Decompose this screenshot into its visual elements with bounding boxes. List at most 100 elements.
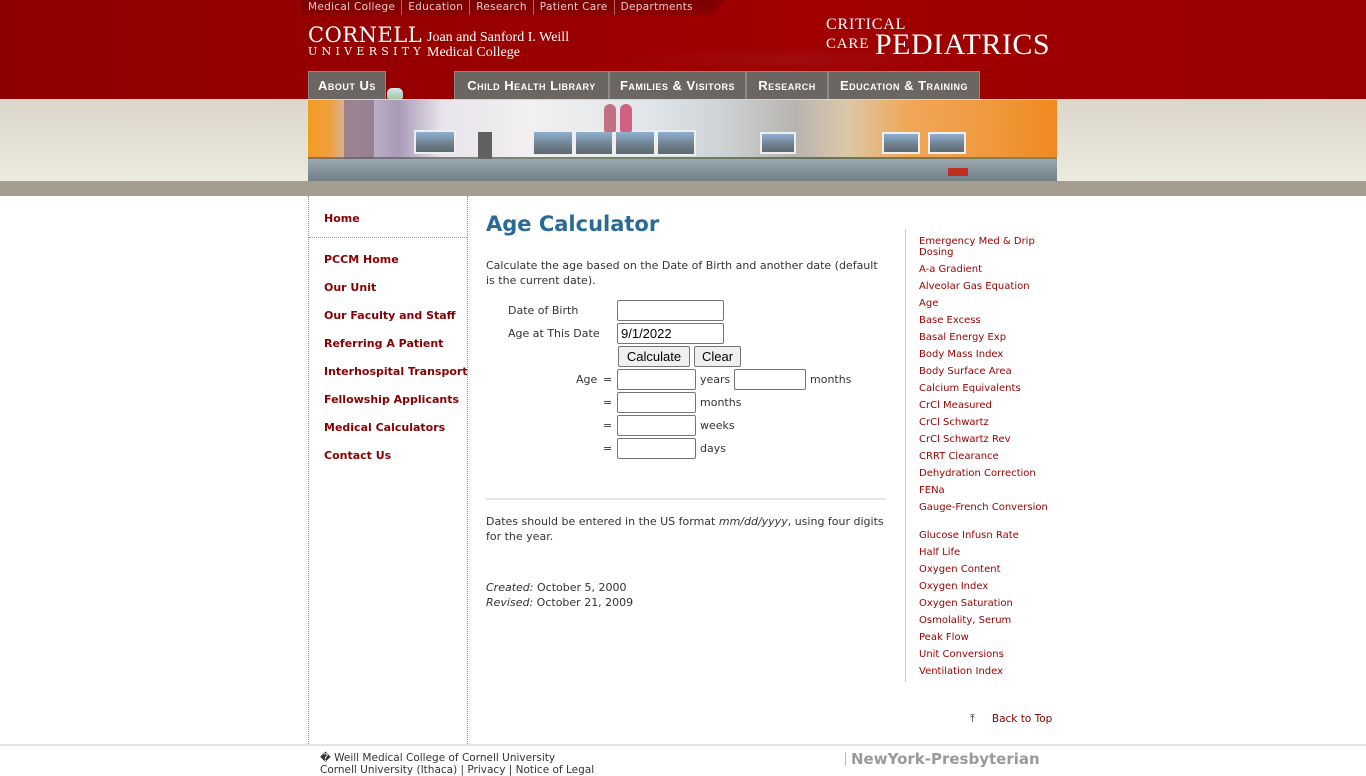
clear-button[interactable]: Clear (694, 346, 741, 367)
cornell-wordmark: CORNELL (308, 23, 423, 47)
nav-tab-families-visitors[interactable]: Families & Visitors (609, 71, 746, 99)
calculator-link[interactable]: Base Excess (919, 315, 1049, 326)
revised-line: Revised: October 21, 2009 (486, 596, 633, 609)
weill-college-name: Joan and Sanford I. Weill Medical Colleg… (427, 30, 569, 60)
back-to-top-link[interactable]: ⤒ Back to Top (970, 712, 1052, 726)
kid-doodle-icon (387, 88, 403, 99)
top-link-medical-college[interactable]: Medical College (302, 0, 403, 15)
calculator-link[interactable]: Osmolality, Serum (919, 615, 1049, 626)
sidebar-item-fellowship-applicants[interactable]: Fellowship Applicants (324, 393, 459, 406)
footer-links[interactable]: Cornell University (Ithaca) | Privacy | … (320, 764, 594, 776)
sidebar-item-contact-us[interactable]: Contact Us (324, 449, 391, 462)
header-band-bottom (0, 181, 1366, 196)
sidebar-item-our-unit[interactable]: Our Unit (324, 281, 376, 294)
calculator-link[interactable]: Age (919, 298, 1049, 309)
sidebar-nav: Home PCCM Home Our Unit Our Faculty and … (308, 196, 468, 744)
created-label: Created: (486, 581, 534, 594)
calculator-link[interactable]: Body Surface Area (919, 366, 1049, 377)
sidebar-item-faculty-staff[interactable]: Our Faculty and Staff (324, 309, 456, 322)
years-output[interactable] (617, 369, 696, 390)
revised-label: Revised: (486, 596, 534, 609)
sidebar-item-pccm-home[interactable]: PCCM Home (324, 253, 399, 266)
nav-tab-education-training[interactable]: Education & Training (828, 71, 980, 99)
site-logo-pediatrics: PEDIATRICS (875, 28, 1051, 61)
calculator-link[interactable]: Gauge-French Conversion (919, 502, 1049, 513)
content-divider (486, 498, 886, 500)
note-format: mm/dd/yyyy (718, 515, 788, 528)
calculator-link[interactable]: Basal Energy Exp (919, 332, 1049, 343)
top-link-education[interactable]: Education (402, 0, 471, 15)
calculator-link[interactable]: Half Life (919, 547, 1049, 558)
total-months-unit: months (700, 396, 742, 409)
calculator-link[interactable]: Oxygen Saturation (919, 598, 1049, 609)
nav-tab-label: Child Health Library (467, 78, 596, 93)
age-at-date-input[interactable] (617, 323, 724, 344)
years-unit: years (700, 373, 731, 386)
equals-sign: = (603, 373, 613, 386)
top-link-patient-care[interactable]: Patient Care (534, 0, 615, 15)
date-format-note: Dates should be entered in the US format… (486, 514, 886, 544)
weeks-unit: weeks (700, 419, 735, 432)
sidebar-item-referring-patient[interactable]: Referring A Patient (324, 337, 443, 350)
nav-tab-child-health-library[interactable]: Child Health Library (454, 71, 609, 99)
sidebar-item-home[interactable]: Home (324, 212, 360, 225)
age-at-date-label: Age at This Date (508, 327, 600, 340)
calculator-link[interactable]: Dehydration Correction (919, 468, 1049, 479)
revised-date: October 21, 2009 (536, 596, 634, 609)
age-label: Age (576, 373, 598, 386)
calculator-link[interactable]: A-a Gradient (919, 264, 1049, 275)
header-banner-image (308, 100, 1057, 181)
calculator-link[interactable]: Calcium Equivalents (919, 383, 1049, 394)
total-months-output[interactable] (617, 392, 696, 413)
calculator-link[interactable]: FENa (919, 485, 1049, 496)
calculator-link[interactable]: Body Mass Index (919, 349, 1049, 360)
top-links-bar: Medical College Education Research Patie… (302, 0, 725, 15)
calculator-link[interactable]: Peak Flow (919, 632, 1049, 643)
intro-text: Calculate the age based on the Date of B… (486, 259, 878, 287)
nav-tab-research[interactable]: Research (746, 71, 828, 99)
calculator-link[interactable]: Oxygen Content (919, 564, 1049, 575)
dob-input[interactable] (617, 300, 724, 321)
college-line-1: Joan and Sanford I. Weill (427, 30, 570, 45)
created-date: October 5, 2000 (536, 581, 627, 594)
back-to-top-label: Back to Top (991, 713, 1053, 725)
sidebar-item-interhospital-transport[interactable]: Interhospital Transport (324, 365, 468, 378)
sidebar-divider (309, 237, 467, 238)
calculate-button[interactable]: Calculate (618, 346, 690, 367)
equals-sign: = (603, 442, 613, 455)
nav-tab-label: About Us (318, 78, 376, 93)
arrow-up-to-line-icon: ⤒ (970, 712, 975, 725)
nav-tab-label: Families & Visitors (619, 78, 736, 93)
college-line-2: Medical College (427, 45, 520, 60)
top-link-research[interactable]: Research (470, 0, 534, 15)
calculator-link[interactable]: CrCl Measured (919, 400, 1049, 411)
months-output[interactable] (734, 369, 806, 390)
newyork-presbyterian-logo[interactable]: NewYork-Presbyterian (845, 750, 1040, 768)
calculator-link[interactable]: CrCl Schwartz Rev (919, 434, 1049, 445)
content-area: Home PCCM Home Our Unit Our Faculty and … (308, 196, 1058, 744)
calculator-link[interactable]: Unit Conversions (919, 649, 1049, 660)
days-unit: days (700, 442, 726, 455)
top-link-departments[interactable]: Departments (615, 0, 699, 15)
nav-tab-label: Education & Training (839, 78, 969, 93)
calculator-link[interactable]: CRRT Clearance (919, 451, 1049, 462)
site-logo-care: CARE (826, 36, 870, 52)
sidebar-item-medical-calculators[interactable]: Medical Calculators (324, 421, 445, 434)
calculator-link[interactable]: Oxygen Index (919, 581, 1049, 592)
days-output[interactable] (617, 438, 696, 459)
calculator-link[interactable]: Emergency Med & Drip Dosing (919, 236, 1049, 258)
dob-label: Date of Birth (508, 304, 579, 317)
page-title: Age Calculator (486, 212, 660, 236)
site-logo[interactable]: CRITICAL CARE PEDIATRICS (826, 16, 1050, 61)
calculator-link[interactable]: Ventilation Index (919, 666, 1049, 677)
weeks-output[interactable] (617, 415, 696, 436)
calculator-link[interactable]: CrCl Schwartz (919, 417, 1049, 428)
cornell-logo[interactable]: CORNELL UNIVERSITY (308, 24, 425, 58)
nav-tab-about-us[interactable]: About Us (308, 71, 386, 99)
calculator-link[interactable]: Alveolar Gas Equation (919, 281, 1049, 292)
equals-sign: = (603, 396, 613, 409)
nav-tab-label: Research (758, 78, 816, 93)
calculator-link[interactable]: Glucose Infusn Rate (919, 530, 1049, 541)
calculator-list: Emergency Med & Drip Dosing A-a Gradient A… (905, 229, 1050, 682)
footer-copyright: � Weill Medical College of Cornell Unive… (320, 752, 556, 764)
